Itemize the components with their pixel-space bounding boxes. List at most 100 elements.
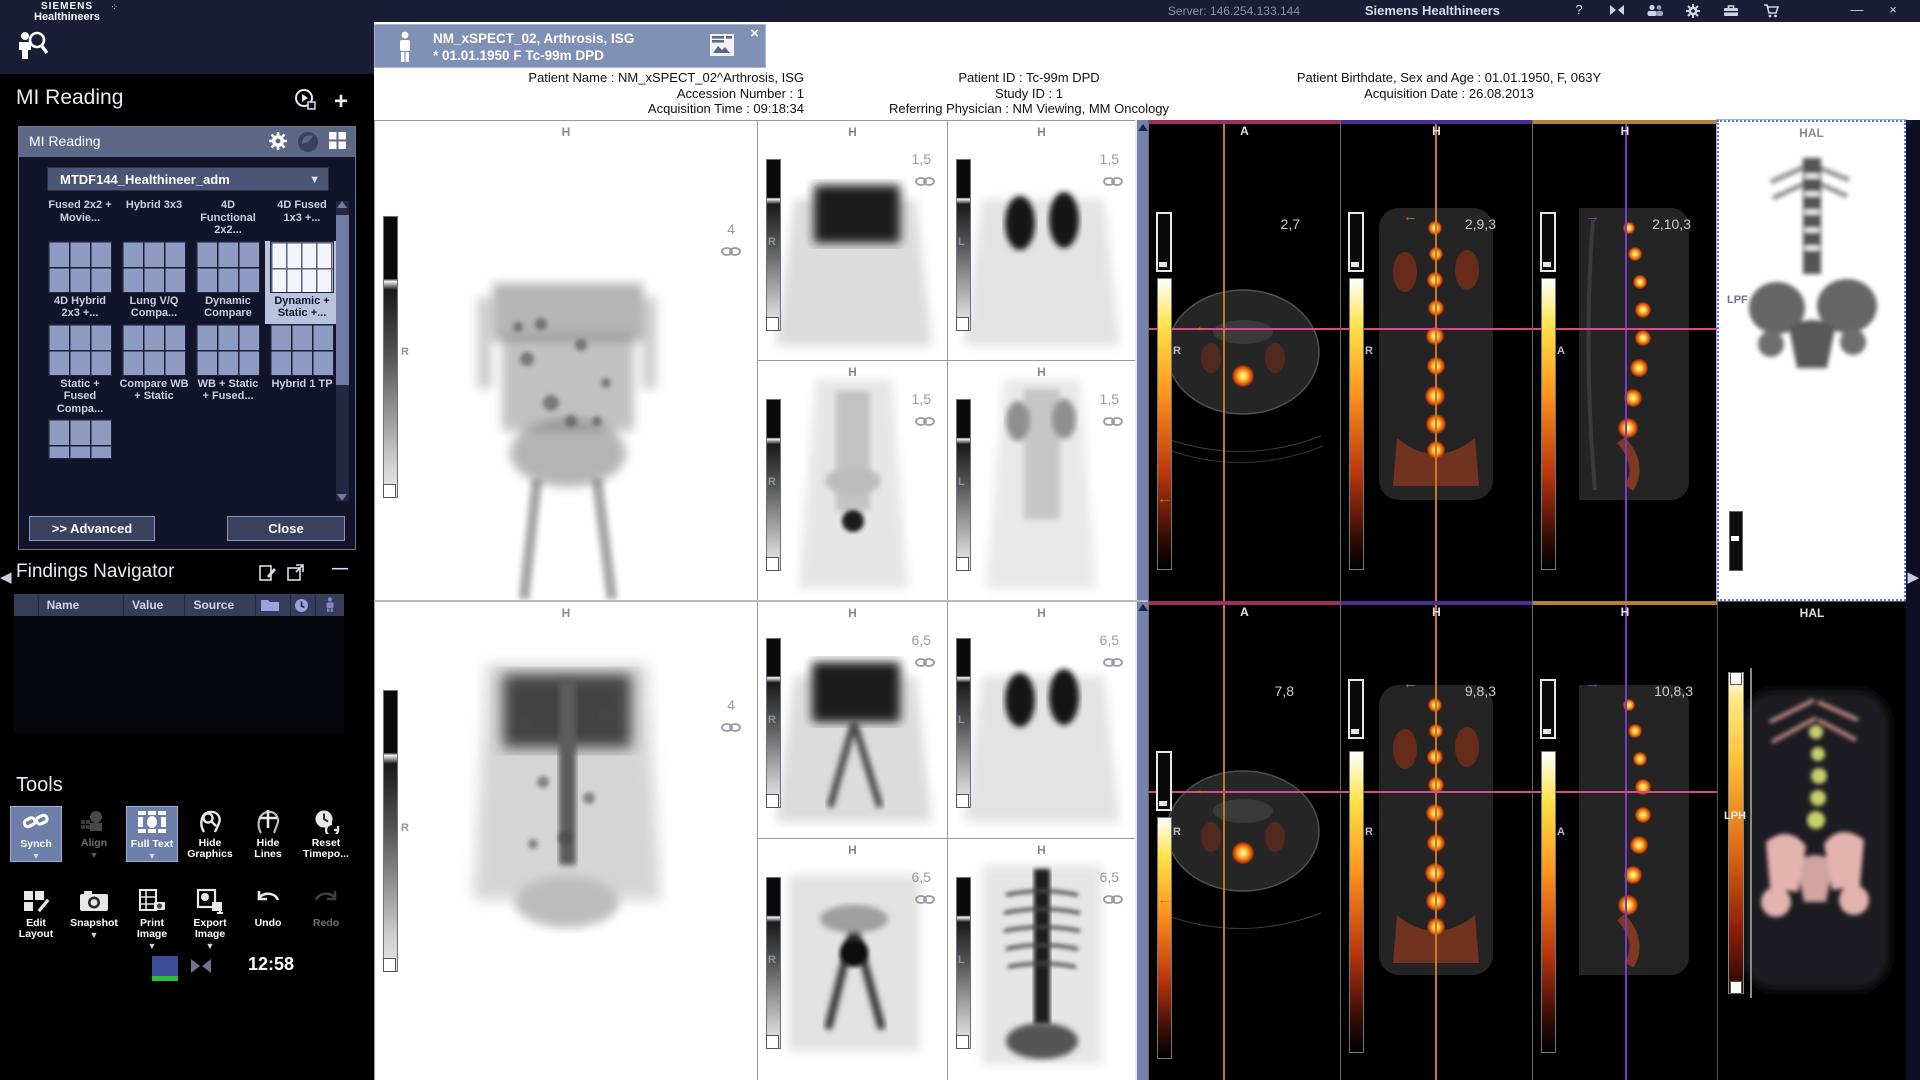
- window-level-slider[interactable]: [1348, 212, 1364, 272]
- layout-thumbnail[interactable]: [48, 419, 112, 459]
- vrt-panel-top-selected[interactable]: HAL LPF: [1717, 120, 1906, 601]
- layout-item[interactable]: Lung V/Q Compa...: [117, 241, 191, 324]
- crosshair-horizontal[interactable]: [1149, 328, 1340, 330]
- crosshair-vertical[interactable]: [1435, 601, 1437, 1080]
- tool-snapshot[interactable]: Snapshot ▼: [68, 886, 120, 951]
- layout-item[interactable]: Fused 2x2 + Movie...: [43, 197, 117, 241]
- scroll-up-icon[interactable]: [337, 201, 347, 208]
- patient-search-icon[interactable]: [14, 28, 48, 67]
- layout-settings-gear-icon[interactable]: [268, 131, 288, 158]
- grid-view-icon[interactable]: [328, 131, 347, 158]
- collapse-left-arrow-icon[interactable]: ◀: [0, 568, 12, 586]
- nm-static-panel-b3[interactable]: H 6,5 R: [757, 838, 947, 1080]
- window-level-slider[interactable]: [1540, 212, 1556, 272]
- cart-icon[interactable]: [1760, 2, 1782, 20]
- crosshair-vertical[interactable]: [1223, 601, 1225, 1080]
- report-layout-icon[interactable]: [709, 33, 735, 62]
- crosshair-horizontal[interactable]: [1149, 791, 1340, 793]
- grayscale-colorbar[interactable]: [383, 690, 398, 972]
- layout-thumbnail[interactable]: [270, 241, 334, 293]
- tool-full-text[interactable]: Full Text ▼: [126, 806, 178, 862]
- crosshair-vertical[interactable]: [1625, 601, 1627, 1080]
- layout-thumbnail[interactable]: [48, 324, 112, 376]
- hot-colorbar[interactable]: [1349, 278, 1364, 570]
- add-step-icon[interactable]: +: [334, 88, 348, 115]
- crosshair-horizontal[interactable]: [1341, 791, 1532, 793]
- layout-thumbnail[interactable]: [48, 241, 112, 293]
- layout-item[interactable]: 4D Functional 2x2...: [191, 197, 265, 241]
- fused-axial-panel-bottom[interactable]: A ← ← 7,8 R: [1148, 601, 1340, 1080]
- gear-icon[interactable]: [1682, 2, 1704, 20]
- layout-thumbnail[interactable]: [122, 324, 186, 376]
- vrt-3d-image[interactable]: [1718, 602, 1906, 1080]
- edit-findings-icon[interactable]: [259, 564, 277, 587]
- close-panel-button[interactable]: Close: [227, 516, 345, 541]
- findings-col-person[interactable]: [316, 594, 344, 616]
- close-button[interactable]: ×: [1882, 2, 1904, 20]
- layout-item[interactable]: 4D Fused 1x3 +...: [265, 197, 339, 241]
- grayscale-colorbar[interactable]: [383, 216, 398, 498]
- findings-col-name[interactable]: Name: [39, 594, 124, 616]
- crosshair-vertical[interactable]: [1223, 120, 1225, 601]
- tool-print-image[interactable]: Print Image ▼: [126, 886, 178, 951]
- minimize-button[interactable]: —: [1846, 2, 1868, 20]
- layout-thumbnail[interactable]: [122, 241, 186, 293]
- hot-colorbar[interactable]: [1541, 751, 1556, 1053]
- hot-colorbar[interactable]: [1541, 278, 1556, 570]
- tool-undo[interactable]: Undo: [242, 886, 294, 951]
- crosshair-horizontal[interactable]: [1341, 328, 1532, 330]
- layout-panel-header[interactable]: MI Reading: [19, 127, 355, 157]
- nm-static-panel-t2[interactable]: H 1,5 L: [947, 120, 1135, 360]
- layout-item-selected[interactable]: Dynamic + Static +...: [265, 241, 339, 324]
- fused-sagittal-panel-top[interactable]: H → 2,10,3 A: [1532, 120, 1717, 601]
- hot-colorbar[interactable]: [1349, 751, 1364, 1053]
- tool-edit-layout[interactable]: Edit Layout: [10, 886, 62, 951]
- layout-thumbnail[interactable]: [196, 324, 260, 376]
- scrollbar-thumb[interactable]: [336, 215, 349, 385]
- window-level-slider[interactable]: [1348, 679, 1364, 739]
- hot-colorbar[interactable]: [1157, 817, 1172, 1059]
- nm-wholebody-posterior-image[interactable]: [375, 602, 757, 1080]
- vrt-bone-image[interactable]: [1719, 122, 1904, 599]
- fused-axial-image[interactable]: [1149, 601, 1340, 1080]
- layout-item[interactable]: Hybrid 3x3: [117, 197, 191, 241]
- fused-coronal-panel-top[interactable]: H ← 2,9,3 R: [1340, 120, 1532, 601]
- tool-hide-lines[interactable]: Hide Lines: [242, 806, 294, 862]
- bowtie-icon[interactable]: [1606, 2, 1628, 20]
- tool-reset-timepoint[interactable]: Reset Timepo...: [300, 806, 352, 862]
- briefcase-icon[interactable]: [1720, 2, 1742, 20]
- findings-table-body[interactable]: [14, 616, 344, 734]
- layout-item[interactable]: 4D Hybrid 2x3 +...: [43, 241, 117, 324]
- hot-colorbar[interactable]: [1157, 278, 1172, 570]
- vrt-panel-bottom[interactable]: HAL LPH: [1717, 601, 1906, 1080]
- findings-col-folder[interactable]: [256, 594, 291, 616]
- crosshair-vertical[interactable]: [1435, 120, 1437, 601]
- hot-colorbar[interactable]: [1728, 672, 1744, 994]
- users-icon[interactable]: [1644, 2, 1666, 20]
- advanced-button[interactable]: >> Advanced: [29, 516, 155, 541]
- fused-axial-panel-top[interactable]: A ← ← 2,7 R: [1148, 120, 1340, 601]
- fused-axial-image[interactable]: [1149, 120, 1340, 601]
- open-window-icon[interactable]: [287, 564, 304, 587]
- scroll-down-icon[interactable]: [337, 494, 347, 501]
- window-level-slider[interactable]: [1540, 679, 1556, 739]
- layout-thumbnail[interactable]: [196, 241, 260, 293]
- layout-item[interactable]: [43, 419, 117, 459]
- tool-export-image[interactable]: Export Image ▼: [184, 886, 236, 951]
- collapse-right-arrow-icon[interactable]: ▶: [1907, 568, 1919, 586]
- nm-static-panel-b1[interactable]: H 6,5 R: [757, 601, 947, 838]
- layout-thumbnail[interactable]: [270, 324, 334, 376]
- nm-static-panel-b4[interactable]: H 6,5 L: [947, 838, 1135, 1080]
- workflow-step-icon[interactable]: [294, 97, 316, 114]
- layout-item[interactable]: Static + Fused Compa...: [43, 324, 117, 420]
- nm-static-panel-t1[interactable]: H 1,5 R: [757, 120, 947, 360]
- tool-synch[interactable]: Synch ▼: [10, 806, 62, 862]
- grayscale-colorbar[interactable]: [1729, 511, 1743, 571]
- tool-align[interactable]: Align ▼: [68, 806, 120, 862]
- nm-wholebody-anterior-image[interactable]: [375, 121, 757, 601]
- patient-tab[interactable]: NM_xSPECT_02, Arthrosis, ISG * 01.01.195…: [374, 24, 766, 68]
- patient-tab-close-icon[interactable]: ×: [750, 25, 759, 42]
- nm-wholebody-posterior-panel[interactable]: H 4 R: [374, 601, 757, 1080]
- layout-scrollbar[interactable]: [336, 201, 349, 501]
- scroll-up-icon[interactable]: [1138, 124, 1148, 131]
